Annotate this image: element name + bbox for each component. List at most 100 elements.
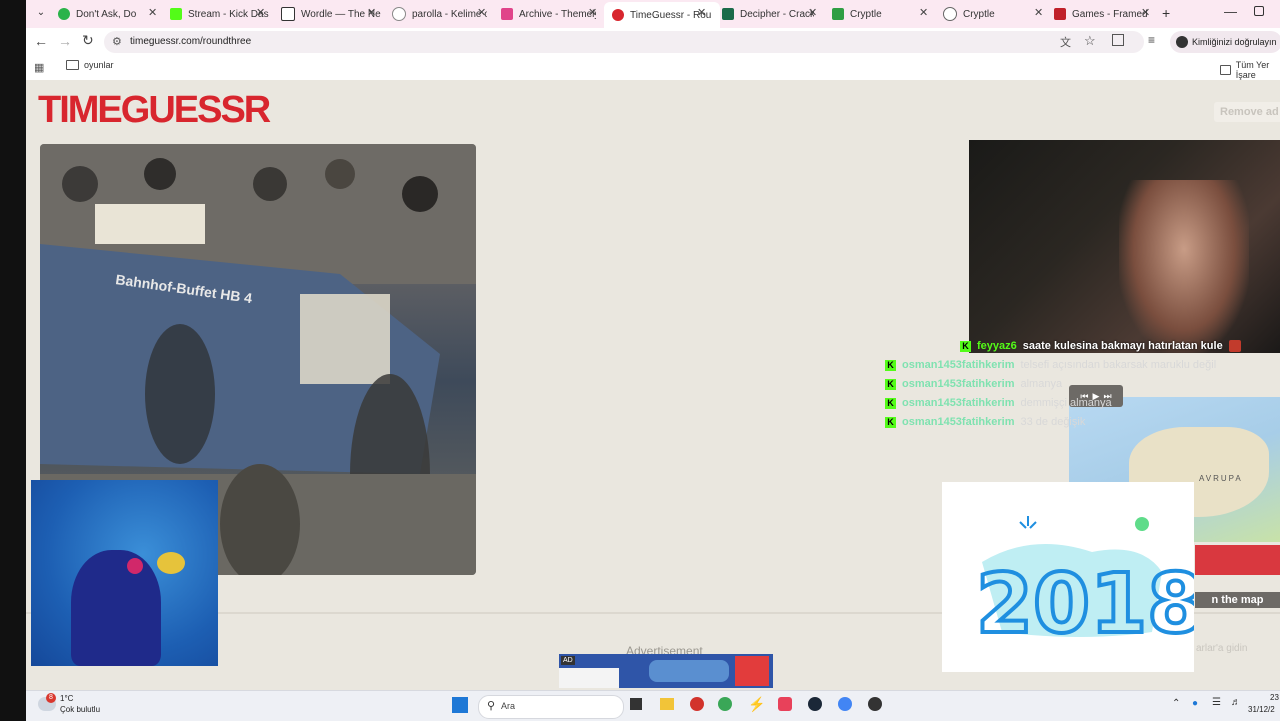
chat-text: demmişçi almanya xyxy=(1020,397,1112,409)
app-icon[interactable] xyxy=(690,697,704,711)
chat-text: 33 de değişik xyxy=(1020,416,1086,428)
tab-framed[interactable]: Games - Framed xyxy=(1054,4,1154,24)
microphone-icon[interactable]: ● xyxy=(1192,698,1198,709)
tab-wordle[interactable]: Wordle — The Ne xyxy=(281,4,381,24)
volume-icon[interactable]: ♬ xyxy=(1231,697,1241,708)
weather-temp: 1°C xyxy=(60,694,74,703)
app-icon[interactable] xyxy=(868,697,882,711)
search-icon: ⚲ xyxy=(487,700,496,712)
new-tab-button[interactable]: + xyxy=(1162,5,1170,21)
navigation-bar: ← → ↻ ⚙ timeguessr.com/roundthree 文 ☆ ≡ … xyxy=(26,28,1280,56)
all-bookmarks-button[interactable]: Tüm Yer İşare xyxy=(1220,60,1280,80)
car-image xyxy=(649,660,729,682)
profile-button[interactable]: Kimliğinizi doğrulayın xyxy=(1170,31,1280,53)
tab-search-chevron-icon[interactable]: ⌄ xyxy=(34,7,48,21)
tab-decipher[interactable]: Decipher - Crack xyxy=(722,4,814,24)
chat-username: osman1453fatihkerim xyxy=(902,397,1015,409)
weather-description: Çok bulutlu xyxy=(60,705,101,714)
kick-icon: K xyxy=(960,340,971,352)
place-on-map-button[interactable]: n the map xyxy=(1195,592,1280,608)
timeguessr-logo[interactable]: TIMEGUESSR xyxy=(38,88,271,132)
forward-icon[interactable]: → xyxy=(58,33,72,49)
close-icon[interactable]: ✕ xyxy=(256,6,265,19)
kick-icon xyxy=(170,8,182,20)
steam-icon[interactable] xyxy=(808,697,822,711)
remove-ads-button[interactable]: Remove ad xyxy=(1214,102,1280,122)
media-controls-icon[interactable]: ≡ xyxy=(1148,33,1155,47)
close-icon[interactable]: ✕ xyxy=(1141,6,1150,19)
sticker-2018: 2018 xyxy=(942,482,1206,672)
sticker-year-text: 2018 xyxy=(976,557,1194,652)
tab-favicon-icon xyxy=(832,8,844,20)
task-view-icon[interactable] xyxy=(630,698,642,710)
tab-title: Archive - Themely xyxy=(519,8,596,20)
windows-taskbar: 8 1°C Çok bulutlu ⚲ Ara ⚡ ⌃ ● ☰ ♬ 23 31/… xyxy=(26,690,1280,721)
streamer-face xyxy=(1119,180,1249,353)
tab-archive-themely[interactable]: Archive - Themely xyxy=(501,4,596,24)
tab-stream-kick[interactable]: Stream - Kick Das xyxy=(170,4,270,24)
submit-guess-button[interactable] xyxy=(1195,545,1280,575)
chrome-active-icon[interactable] xyxy=(838,697,852,711)
file-explorer-icon[interactable] xyxy=(660,698,674,710)
tab-title: Don't Ask, Do xyxy=(76,8,137,20)
close-icon[interactable]: ✕ xyxy=(148,6,157,19)
music-icon[interactable] xyxy=(778,697,792,711)
close-icon[interactable]: ✕ xyxy=(1034,6,1043,19)
apps-grid-icon[interactable]: ▦ xyxy=(34,61,44,74)
lightning-app-icon[interactable]: ⚡ xyxy=(748,696,765,713)
ad-banner[interactable]: AD xyxy=(559,654,773,688)
close-icon[interactable]: ✕ xyxy=(697,6,706,19)
site-settings-icon[interactable]: ⚙ xyxy=(112,35,122,48)
chat-username: osman1453fatihkerim xyxy=(902,416,1015,428)
tab-favicon-icon xyxy=(722,8,734,20)
ad-badge: AD xyxy=(561,656,575,665)
chat-text: almanya xyxy=(1020,378,1063,390)
tab-favicon-icon xyxy=(392,7,406,21)
translate-icon[interactable]: 文 xyxy=(1060,34,1071,50)
network-icon[interactable]: ☰ xyxy=(1212,697,1221,708)
folder-icon xyxy=(1220,65,1231,75)
close-icon[interactable]: ✕ xyxy=(588,6,597,19)
back-icon[interactable]: ← xyxy=(34,33,48,49)
sticker-2018-art: 2018 xyxy=(974,516,1206,654)
kick-icon: K xyxy=(885,359,896,371)
chat-message: K osman1453fatihkerim almanya xyxy=(885,378,1062,390)
avatar xyxy=(1176,36,1188,48)
clock-time[interactable]: 23 xyxy=(1270,693,1279,702)
taskbar-search[interactable]: ⚲ Ara xyxy=(478,695,624,719)
weather-badge: 8 xyxy=(46,693,56,703)
emote-icon xyxy=(1228,340,1241,352)
search-placeholder: Ara xyxy=(501,701,516,711)
grover-nose xyxy=(127,558,143,574)
chrome-icon[interactable] xyxy=(718,697,732,711)
tab-parolla[interactable]: parolla - Kelime o xyxy=(392,4,487,24)
maximize-icon[interactable] xyxy=(1254,6,1264,16)
minimize-icon[interactable]: — xyxy=(1224,4,1237,19)
extensions-icon[interactable] xyxy=(1112,34,1124,46)
all-bookmarks-label: Tüm Yer İşare xyxy=(1235,60,1270,80)
close-icon[interactable]: ✕ xyxy=(919,6,928,19)
tab-favicon-icon xyxy=(612,9,624,21)
reload-icon[interactable]: ↻ xyxy=(82,32,94,49)
kick-icon: K xyxy=(885,397,896,409)
close-icon[interactable]: ✕ xyxy=(367,6,376,19)
tray-chevron-icon[interactable]: ⌃ xyxy=(1172,698,1180,709)
grover-body xyxy=(71,550,161,666)
close-icon[interactable]: ✕ xyxy=(808,6,817,19)
tab-favicon-icon xyxy=(943,7,957,21)
chat-message: K osman1453fatihkerim demmişçi almanya xyxy=(885,397,1112,409)
bookmark-folder-label: oyunlar xyxy=(84,60,114,70)
bookmark-folder-oyunlar[interactable]: oyunlar xyxy=(66,60,114,70)
bookmark-star-icon[interactable]: ☆ xyxy=(1084,33,1096,49)
tab-strip: ⌄ Don't Ask, Do ✕ Stream - Kick Das ✕ Wo… xyxy=(26,0,1280,28)
clock-date[interactable]: 31/12/2 xyxy=(1248,705,1275,714)
map-region-label: AVRUPA xyxy=(1199,474,1243,483)
faded-hint-text: arlar'a gidin xyxy=(1196,643,1248,654)
chat-message: K osman1453fatihkerim 33 de değişik xyxy=(885,416,1085,428)
windows-start-icon[interactable] xyxy=(452,697,468,713)
profile-label: Kimliğinizi doğrulayın xyxy=(1192,37,1277,47)
tab-title: Cryptle xyxy=(850,8,882,20)
close-icon[interactable]: ✕ xyxy=(477,6,486,19)
chat-username: osman1453fatihkerim xyxy=(902,359,1015,371)
address-bar[interactable]: ⚙ timeguessr.com/roundthree 文 ☆ xyxy=(104,31,1144,53)
